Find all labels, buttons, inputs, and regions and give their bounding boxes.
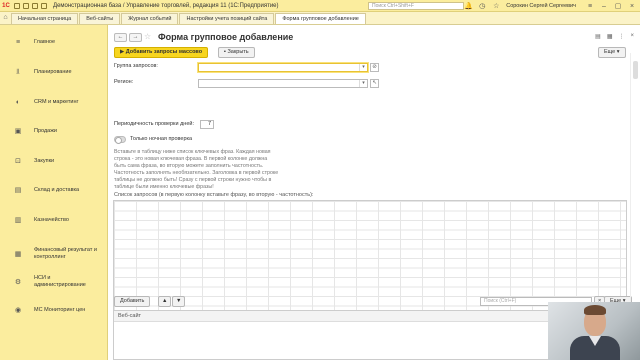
sidebar-item-treasury[interactable]: ▥ Казначейство xyxy=(0,213,108,227)
menu-grid-icon[interactable] xyxy=(14,2,20,9)
instructions-text: Вставьте в таблицу ниже список ключевых … xyxy=(114,149,364,192)
sidebar-item-label: Главное xyxy=(34,38,56,45)
close-button[interactable]: ▪ Закрыть xyxy=(218,47,255,58)
copy-icon[interactable]: ▦ xyxy=(607,33,613,40)
sidebar-item-label: НСИ и администрирование xyxy=(34,275,86,288)
tab-event-log[interactable]: Журнал событий xyxy=(121,13,179,24)
tab-home[interactable]: Начальная страница xyxy=(11,13,79,24)
chart-icon: ⫫ xyxy=(16,68,20,75)
maximize-icon[interactable]: ▢ xyxy=(614,2,622,10)
period-input[interactable]: 7 xyxy=(200,120,214,129)
more-menu-button[interactable]: Еще ▾ xyxy=(598,47,626,58)
finance-icon: ▦ xyxy=(14,251,22,258)
bell-icon[interactable]: 🔔 xyxy=(464,2,473,10)
move-up-icon[interactable]: ▲ xyxy=(158,296,172,307)
sidebar-item-label: Казначейство xyxy=(34,216,69,223)
sidebar-item-main[interactable]: ≡ Главное xyxy=(0,35,108,49)
favorite-star-icon[interactable]: ☆ xyxy=(144,32,151,41)
close-window-icon[interactable]: × xyxy=(628,3,636,10)
page-title: Форма групповое добавление xyxy=(158,32,294,42)
sales-icon: ▣ xyxy=(14,128,22,135)
window-title: Демонстрационная база / Управление торго… xyxy=(53,2,279,9)
tab-websites[interactable]: Веб-сайты xyxy=(79,13,121,24)
sidebar-item-label: Финансовый результат и контроллинг xyxy=(34,247,97,260)
minimize-icon[interactable]: – xyxy=(600,3,608,10)
tab-group-add-form[interactable]: Форма групповое добавление xyxy=(275,13,366,24)
cart-icon: ⊡ xyxy=(15,158,21,165)
queries-grid-label: Список запросов (в первую колонку вставь… xyxy=(114,192,314,198)
user-name[interactable]: Сорокин Сергей Сергеевич xyxy=(506,3,576,9)
sidebar-item-label: Планирование xyxy=(34,68,72,75)
settings-menu-icon[interactable]: ≡ xyxy=(586,3,594,10)
group-field[interactable]: ▾ xyxy=(198,63,368,72)
period-label: Периодичность проверки дней: xyxy=(114,121,194,127)
instructions-line: таблице были именно ключевые фразы! xyxy=(114,184,214,191)
open-link-icon[interactable]: ⊘ xyxy=(370,63,379,72)
sidebar-item-warehouse[interactable]: ▤ Склад и доставка xyxy=(0,183,108,197)
sidebar-item-monitoring[interactable]: ◉ МС Мониторинг цен xyxy=(0,303,108,317)
monitoring-icon: ◉ xyxy=(14,307,22,314)
add-queries-bulk-button[interactable]: ▶ Добавить запросы массово xyxy=(114,47,209,58)
sidebar-item-label: МС Мониторинг цен xyxy=(34,306,86,313)
instructions-line: строка - это новая ключевая фраза. В пер… xyxy=(114,156,268,163)
tab-position-settings[interactable]: Настройки учета позиций сайта xyxy=(179,13,275,24)
print-icon[interactable]: ▤ xyxy=(595,33,601,40)
group-label: Группа запросов: xyxy=(114,63,158,69)
info-icon[interactable]: ⋮ xyxy=(618,33,624,40)
more-label: Еще xyxy=(604,49,616,55)
sidebar-item-sales[interactable]: ▣ Продажи xyxy=(0,124,108,138)
home-icon[interactable]: ⌂ xyxy=(0,11,11,24)
cursor-icon: ↖ xyxy=(370,79,379,88)
clock-icon[interactable]: ◷ xyxy=(478,2,486,10)
sidebar-item-label: Склад и доставка xyxy=(34,186,80,193)
favorites-icon[interactable] xyxy=(41,2,47,9)
sidebar: ≡ Главное ⫫ Планирование ◐ CRM и маркети… xyxy=(0,25,108,360)
warehouse-icon: ▤ xyxy=(14,187,22,194)
instructions-line: таблицы не должно быть! Сразу с первой с… xyxy=(114,177,272,184)
presenter-hair xyxy=(584,305,606,315)
treasury-icon: ▥ xyxy=(14,217,22,224)
dropdown-arrow-icon[interactable]: ▾ xyxy=(359,80,367,87)
add-queries-bulk-label: Добавить запросы массово xyxy=(125,49,203,55)
dropdown-arrow-icon[interactable]: ▾ xyxy=(359,64,367,71)
add-row-button[interactable]: Добавить xyxy=(114,296,151,307)
menu-icon: ≡ xyxy=(15,38,21,46)
region-field[interactable]: ▾ xyxy=(198,79,368,88)
history-icon[interactable] xyxy=(32,2,38,9)
region-label: Регион: xyxy=(114,79,134,85)
move-down-icon[interactable]: ▼ xyxy=(172,296,186,307)
sidebar-item-label: Закупки xyxy=(34,157,55,164)
scrollbar-thumb[interactable] xyxy=(633,61,638,79)
admin-icon: ⚙ xyxy=(14,279,22,286)
sidebar-item-label: CRM и маркетинг xyxy=(34,98,79,105)
back-icon[interactable]: ← xyxy=(114,33,127,42)
close-form-icon[interactable]: × xyxy=(630,33,634,40)
1c-logo-icon: 1С xyxy=(2,2,10,9)
sidebar-item-finance[interactable]: ▦ Финансовый результат и контроллинг xyxy=(0,244,108,264)
night-only-label: Только ночная проверка xyxy=(130,136,193,142)
tab-strip: ⌂ Начальная страница Веб-сайты Журнал со… xyxy=(0,12,640,25)
forward-icon[interactable]: → xyxy=(129,33,142,42)
title-bar: 1С Демонстрационная база / Управление то… xyxy=(0,0,640,12)
star-icon[interactable]: ☆ xyxy=(492,2,500,10)
sidebar-item-crm[interactable]: ◐ CRM и маркетинг xyxy=(0,95,108,109)
sidebar-item-purchases[interactable]: ⊡ Закупки xyxy=(0,154,108,168)
night-only-toggle[interactable] xyxy=(114,136,126,144)
sidebar-item-admin[interactable]: ⚙ НСИ и администрирование xyxy=(0,272,108,292)
crm-icon: ◐ xyxy=(15,98,21,106)
sidebar-item-label: Продажи xyxy=(34,127,57,134)
close-button-label: Закрыть xyxy=(227,49,249,55)
global-search-input[interactable]: Поиск Ctrl+Shift+F xyxy=(368,2,464,10)
sidebar-item-planning[interactable]: ⫫ Планирование xyxy=(0,65,108,79)
notifications-icon[interactable] xyxy=(23,2,29,9)
webcam-overlay xyxy=(548,302,640,360)
